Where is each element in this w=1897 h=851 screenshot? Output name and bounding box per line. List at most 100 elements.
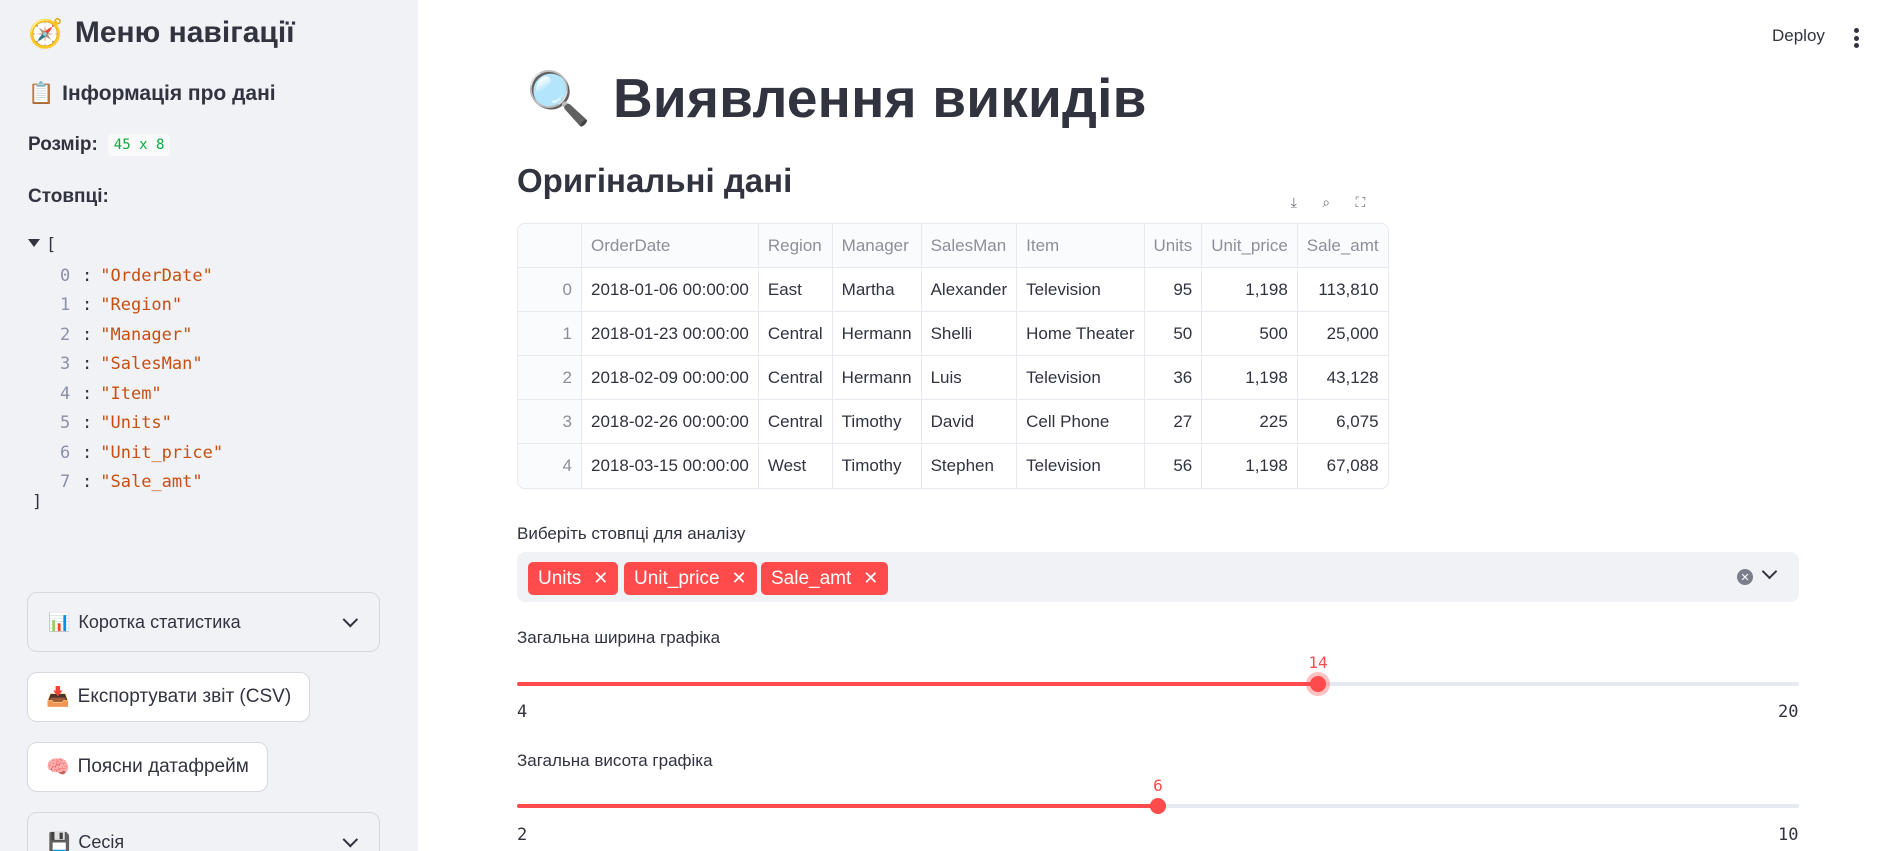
column-header[interactable]: Region	[758, 224, 833, 268]
table-cell[interactable]: Cell Phone	[1017, 400, 1145, 444]
table-cell[interactable]: Television	[1017, 356, 1145, 400]
remove-tag-icon[interactable]: ✕	[593, 568, 608, 589]
table-cell[interactable]: 56	[1145, 444, 1203, 488]
json-value: "Sale_amt"	[100, 472, 203, 492]
table-cell[interactable]: Home Theater	[1017, 312, 1145, 356]
session-expander[interactable]: 💾 Сесія	[27, 812, 380, 851]
original-data-heading: Оригінальні дані	[517, 162, 793, 199]
clear-all-icon[interactable]: ✕	[1737, 569, 1753, 585]
table-cell[interactable]: 43,128	[1297, 356, 1388, 400]
bar-chart-icon: 📊	[48, 611, 71, 632]
table-cell[interactable]: 1,198	[1202, 356, 1298, 400]
collapse-caret-icon[interactable]	[28, 239, 40, 247]
table-cell[interactable]: 225	[1202, 400, 1298, 444]
column-header[interactable]	[518, 224, 582, 268]
columns-json-viewer: [ 0: "OrderDate" 1: "Region" 2: "Manager…	[28, 232, 223, 512]
json-index: 4	[60, 384, 71, 404]
table-cell[interactable]: 6,075	[1297, 400, 1388, 444]
selected-tag-unit-price[interactable]: Unit_price ✕	[624, 562, 757, 595]
table-cell[interactable]: Luis	[921, 356, 1018, 400]
fullscreen-icon[interactable]: ⛶	[1355, 194, 1365, 211]
main-menu-icon[interactable]	[1853, 28, 1859, 48]
column-multiselect[interactable]: Units ✕ Unit_price ✕ Sale_amt ✕	[517, 552, 1799, 602]
row-index: 3	[518, 400, 582, 444]
width-slider[interactable]	[517, 676, 1799, 692]
remove-tag-icon[interactable]: ✕	[732, 568, 747, 589]
floppy-disk-icon: 💾	[48, 831, 71, 851]
column-header[interactable]: Unit_price	[1202, 224, 1298, 268]
table-cell[interactable]: 50	[1144, 312, 1203, 356]
json-close-bracket: ]	[32, 492, 43, 512]
table-cell[interactable]: Television	[1017, 268, 1145, 312]
table-cell[interactable]: 2018-02-09 00:00:00	[582, 356, 759, 400]
table-cell[interactable]: David	[921, 400, 1018, 444]
table-cell[interactable]: 1,198	[1202, 444, 1298, 488]
json-item: 3: "SalesMan"	[60, 354, 203, 374]
stats-expander-label: Коротка статистика	[78, 611, 241, 632]
table-cell[interactable]: 500	[1202, 312, 1298, 356]
table-cell[interactable]: Hermann	[832, 356, 922, 400]
table-cell[interactable]: Hermann	[832, 312, 922, 356]
width-slider-thumb[interactable]	[1310, 676, 1327, 692]
selected-tag-sale-amt[interactable]: Sale_amt ✕	[761, 562, 889, 595]
table-cell[interactable]: East	[758, 268, 833, 312]
height-slider-min: 2	[517, 825, 528, 845]
data-info-title: Інформація про дані	[62, 82, 276, 105]
height-slider-thumb[interactable]	[1150, 798, 1166, 814]
column-header[interactable]: SalesMan	[921, 224, 1018, 268]
json-index: 2	[60, 325, 71, 345]
json-value: "SalesMan"	[100, 354, 203, 374]
table-cell[interactable]: 113,810	[1297, 268, 1388, 312]
width-slider-max: 20	[1778, 702, 1799, 722]
download-icon[interactable]: ⤓	[1291, 194, 1297, 211]
table-cell[interactable]: Timothy	[833, 444, 922, 488]
table-cell[interactable]: Stephen	[922, 444, 1018, 488]
table-row: 2 2018-02-09 00:00:00 Central Hermann Lu…	[518, 356, 1388, 400]
column-header[interactable]: Sale_amt	[1297, 224, 1388, 268]
search-icon[interactable]: ⌕	[1322, 194, 1330, 211]
stats-expander[interactable]: 📊 Коротка статистика	[27, 592, 380, 652]
size-label: Розмір:	[28, 134, 98, 155]
table-cell[interactable]: 95	[1144, 268, 1203, 312]
json-value: "Manager"	[100, 325, 193, 345]
sidebar-title-text: Меню навігації	[74, 16, 295, 49]
remove-tag-icon[interactable]: ✕	[863, 568, 878, 589]
column-header[interactable]: Manager	[832, 224, 922, 268]
table-cell[interactable]: Alexander	[921, 268, 1018, 312]
table-cell[interactable]: 2018-03-15 00:00:00	[582, 444, 759, 488]
json-open-bracket: [	[46, 235, 57, 255]
table-cell[interactable]: 2018-01-06 00:00:00	[582, 268, 759, 312]
data-info-heading: 📋 Інформація про дані	[28, 82, 276, 106]
height-slider[interactable]	[517, 798, 1799, 814]
dataframe-table[interactable]: OrderDate Region Manager SalesMan Item U…	[517, 223, 1389, 489]
row-index: 4	[518, 444, 582, 488]
table-cell[interactable]: 27	[1144, 400, 1203, 444]
table-cell[interactable]: 2018-02-26 00:00:00	[582, 400, 759, 444]
table-cell[interactable]: Shelli	[921, 312, 1018, 356]
column-header[interactable]: Item	[1017, 224, 1145, 268]
table-cell[interactable]: Timothy	[832, 400, 922, 444]
deploy-button[interactable]: Deploy	[1772, 26, 1825, 46]
table-cell[interactable]: Central	[758, 312, 833, 356]
table-cell[interactable]: 2018-01-23 00:00:00	[582, 312, 759, 356]
table-cell[interactable]: 67,088	[1298, 444, 1388, 488]
table-cell[interactable]: Television	[1017, 444, 1145, 488]
json-item: 4: "Item"	[60, 384, 162, 404]
table-cell[interactable]: Martha	[832, 268, 922, 312]
column-header[interactable]: OrderDate	[582, 224, 759, 268]
table-cell[interactable]: 1,198	[1202, 268, 1298, 312]
json-value: "Item"	[100, 384, 162, 404]
table-cell[interactable]: Central	[758, 400, 833, 444]
selected-tag-units[interactable]: Units ✕	[528, 562, 619, 595]
table-cell[interactable]: 25,000	[1297, 312, 1388, 356]
export-report-button[interactable]: 📥 Експортувати звіт (CSV)	[27, 672, 311, 722]
table-cell[interactable]: 36	[1144, 356, 1203, 400]
table-cell[interactable]: West	[759, 444, 833, 488]
export-report-label: Експортувати звіт (CSV)	[77, 686, 292, 707]
sidebar: 🧭 Меню навігації 📋 Інформація про дані Р…	[0, 0, 418, 851]
table-cell[interactable]: Central	[758, 356, 833, 400]
size-value: 45 x 8	[107, 134, 171, 156]
explain-dataframe-button[interactable]: 🧠 Поясни датафрейм	[27, 742, 268, 792]
column-header[interactable]: Units	[1144, 224, 1203, 268]
json-index: 7	[60, 472, 71, 492]
